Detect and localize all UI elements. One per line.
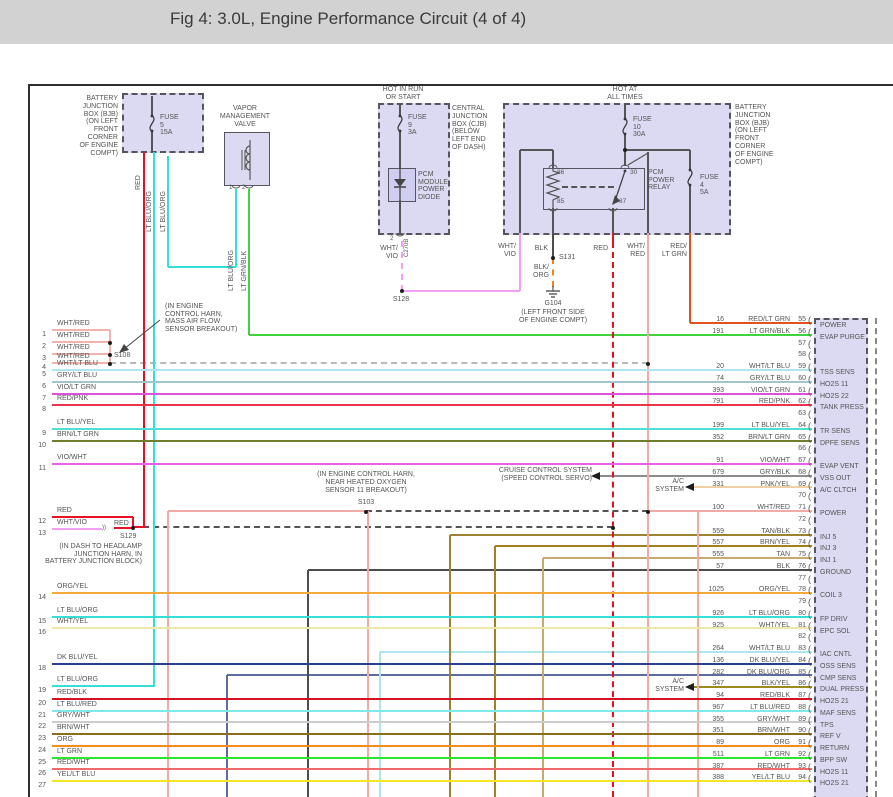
diagram-symbols	[0, 0, 893, 797]
wiring-diagram-page: Fig 4: 3.0L, Engine Performance Circuit …	[0, 0, 893, 797]
